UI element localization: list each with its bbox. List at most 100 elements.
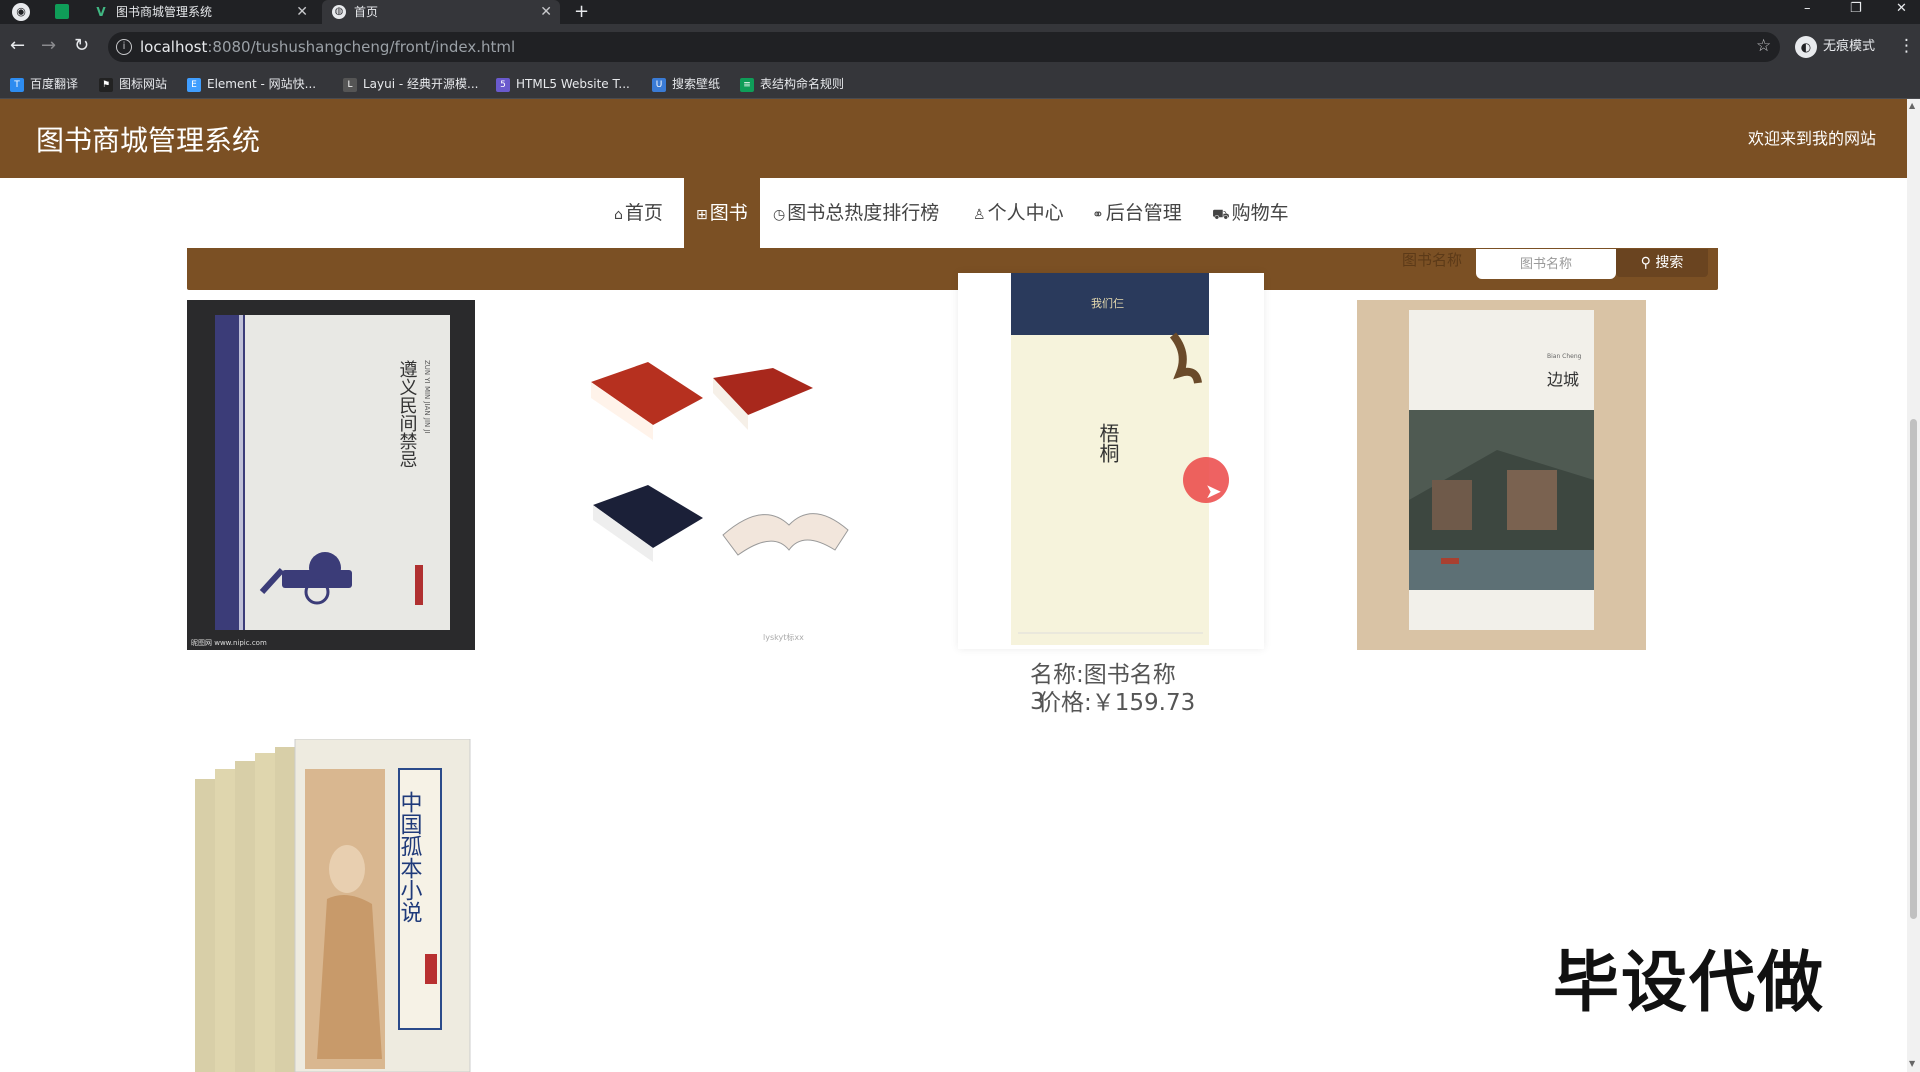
incognito-label: 无痕模式 bbox=[1823, 39, 1876, 54]
nav-label: 图书总热度排行榜 bbox=[787, 202, 940, 224]
bookmark-item[interactable]: E Element - 网站快... bbox=[187, 70, 316, 98]
bookmark-item[interactable]: T 百度翻译 bbox=[10, 70, 78, 98]
cart-icon: ⛟ bbox=[1212, 207, 1230, 223]
cover-title: 梧桐 bbox=[1096, 423, 1120, 463]
mouse-pointer-icon: ➤ bbox=[1205, 479, 1222, 503]
nav-cart[interactable]: ⛟ 购物车 bbox=[1212, 178, 1289, 248]
nav-label: 图书 bbox=[709, 202, 748, 224]
back-arrow-icon[interactable]: ← bbox=[10, 36, 25, 56]
forward-arrow-icon[interactable]: → bbox=[41, 36, 56, 56]
bookmark-label: 表结构命名规则 bbox=[760, 77, 845, 91]
site-info-icon[interactable]: i bbox=[116, 39, 132, 55]
bookmark-item[interactable]: L Layui - 经典开源模... bbox=[343, 70, 478, 98]
browser-menu-icon[interactable]: ⋮ bbox=[1898, 36, 1915, 56]
book-card[interactable]: 遵义民间禁忌 ZUN YI MIN JIAN JIN JI 昵图网 www.ni… bbox=[187, 300, 475, 650]
book-card[interactable]: 中国孤本小说 bbox=[187, 739, 475, 1072]
cover-subtitle: ZUN YI MIN JIAN JIN JI bbox=[423, 360, 431, 434]
tab-title: 图书商城管理系统 bbox=[116, 5, 213, 19]
home-icon: ⌂ bbox=[614, 207, 623, 223]
bookmark-label: Element - 网站快... bbox=[207, 77, 317, 91]
browser-tab-strip: ◉ V 图书商城管理系统 ✕ ◍ 首页 ✕ + – ❐ ✕ bbox=[0, 0, 1920, 24]
vue-icon: V bbox=[96, 5, 106, 19]
url-host: localhost bbox=[140, 38, 208, 56]
incognito-indicator[interactable]: ◐ 无痕模式 bbox=[1795, 33, 1875, 61]
cover-top-text: 我们仨 bbox=[1091, 296, 1124, 310]
globe-icon: ◍ bbox=[332, 5, 346, 19]
main-nav: ⌂ 首页 ⊞ 图书 ◷ 图书总热度排行榜 ♙ 个人中心 ⚭ 后台管理 ⛟ 购物车 bbox=[0, 178, 1907, 248]
reload-icon[interactable]: ↻ bbox=[74, 36, 89, 56]
clock-icon: ◷ bbox=[773, 207, 786, 223]
translate-icon: T bbox=[10, 77, 24, 92]
new-tab-button[interactable]: + bbox=[574, 0, 589, 24]
welcome-text: 欢迎来到我的网站 bbox=[1748, 129, 1877, 148]
book-cover-image[interactable]: 遵义民间禁忌 ZUN YI MIN JIAN JIN JI 昵图网 www.ni… bbox=[187, 300, 475, 650]
nav-books[interactable]: ⊞ 图书 bbox=[684, 178, 760, 248]
search-label: 图书名称 bbox=[1402, 251, 1463, 269]
book-card[interactable]: lyskyt标xx bbox=[563, 300, 863, 650]
restore-button[interactable]: ❐ bbox=[1850, 0, 1862, 18]
cover-title: 边城 bbox=[1547, 370, 1579, 389]
nav-home[interactable]: ⌂ 首页 bbox=[614, 178, 663, 248]
bookmark-star-icon[interactable]: ☆ bbox=[1756, 36, 1771, 56]
browser-tab-system[interactable]: V 图书商城管理系统 ✕ bbox=[84, 0, 316, 24]
bookmark-item[interactable]: 5 HTML5 Website T... bbox=[496, 70, 630, 98]
url-field[interactable]: i localhost:8080/tushushangcheng/front/i… bbox=[108, 32, 1780, 62]
link-icon: ⚭ bbox=[1092, 207, 1104, 223]
html5-icon: 5 bbox=[496, 77, 510, 92]
sheets-app-icon[interactable] bbox=[55, 4, 69, 19]
search-input[interactable] bbox=[1476, 249, 1616, 279]
user-icon: ♙ bbox=[973, 207, 986, 223]
close-window-button[interactable]: ✕ bbox=[1896, 0, 1907, 18]
bookmark-item[interactable]: U 搜索壁纸 bbox=[652, 70, 720, 98]
site-title: 图书商城管理系统 bbox=[36, 124, 261, 157]
bookmark-label: HTML5 Website T... bbox=[516, 77, 630, 91]
cover-title: 中国孤本小说 bbox=[397, 791, 423, 923]
bookmark-item[interactable]: ≡ 表结构命名规则 bbox=[740, 70, 844, 98]
browser-tab-home[interactable]: ◍ 首页 ✕ bbox=[322, 0, 560, 24]
url-text: localhost:8080/tushushangcheng/front/ind… bbox=[140, 38, 515, 56]
tab-title: 首页 bbox=[354, 5, 379, 19]
nav-ranking[interactable]: ◷ 图书总热度排行榜 bbox=[773, 178, 939, 248]
search-button[interactable]: ⚲ 搜索 bbox=[1616, 249, 1708, 277]
book-price: 价格:￥159.73 bbox=[1038, 690, 1196, 716]
address-bar-row: ← → ↻ i localhost:8080/tushushangcheng/f… bbox=[0, 24, 1920, 70]
book-cover-image[interactable]: 边城 Bian Cheng bbox=[1357, 300, 1646, 650]
cover-subtitle: Bian Cheng bbox=[1547, 353, 1582, 360]
incognito-icon: ◐ bbox=[1795, 35, 1817, 58]
url-path: :8080/tushushangcheng/front/index.html bbox=[207, 38, 516, 56]
scroll-thumb[interactable] bbox=[1910, 419, 1917, 919]
layui-icon: L bbox=[343, 77, 357, 92]
nav-label: 购物车 bbox=[1231, 202, 1289, 224]
search-icon: ⚲ bbox=[1640, 255, 1656, 271]
nav-label: 首页 bbox=[624, 202, 663, 224]
close-tab-icon[interactable]: ✕ bbox=[540, 0, 552, 24]
flag-icon: ⚑ bbox=[99, 77, 113, 92]
bookmark-label: Layui - 经典开源模... bbox=[363, 77, 479, 91]
close-tab-icon[interactable]: ✕ bbox=[296, 0, 308, 24]
nav-profile[interactable]: ♙ 个人中心 bbox=[973, 178, 1064, 248]
scroll-up-arrow-icon[interactable]: ▲ bbox=[1909, 101, 1915, 110]
site-header: 图书商城管理系统 欢迎来到我的网站 bbox=[0, 99, 1907, 178]
cover-title: 遵义民间禁忌 bbox=[397, 360, 418, 468]
web-page: 图书商城管理系统 欢迎来到我的网站 ⌂ 首页 ⊞ 图书 ◷ 图书总热度排行榜 ♙ 个人中… bbox=[0, 99, 1907, 1072]
bookmark-label: 图标网站 bbox=[119, 77, 168, 91]
search-button-label: 搜索 bbox=[1655, 255, 1684, 271]
grid-icon: ⊞ bbox=[696, 207, 708, 223]
image-credit: lyskyt标xx bbox=[763, 632, 804, 642]
scroll-down-arrow-icon[interactable]: ▼ bbox=[1909, 1059, 1915, 1068]
chrome-icon[interactable]: ◉ bbox=[12, 3, 30, 21]
book-card[interactable]: 边城 Bian Cheng bbox=[1357, 300, 1646, 650]
element-icon: E bbox=[187, 77, 201, 92]
minimize-button[interactable]: – bbox=[1804, 0, 1811, 18]
bookmarks-bar: T 百度翻译 ⚑ 图标网站 E Element - 网站快... L Layui - 经… bbox=[0, 70, 1920, 99]
nav-label: 个人中心 bbox=[987, 202, 1064, 224]
image-credit: 昵图网 www.nipic.com bbox=[191, 639, 267, 647]
bookmark-label: 百度翻译 bbox=[30, 77, 79, 91]
book-cover-image[interactable]: 中国孤本小说 bbox=[187, 739, 475, 1072]
book-cover-image[interactable]: lyskyt标xx bbox=[563, 300, 863, 650]
bookmark-label: 搜索壁纸 bbox=[672, 77, 721, 91]
page-scrollbar[interactable]: ▲ ▼ bbox=[1907, 99, 1920, 1072]
nav-admin[interactable]: ⚭ 后台管理 bbox=[1092, 178, 1182, 248]
sheet-icon: ≡ bbox=[740, 77, 754, 92]
bookmark-item[interactable]: ⚑ 图标网站 bbox=[99, 70, 167, 98]
